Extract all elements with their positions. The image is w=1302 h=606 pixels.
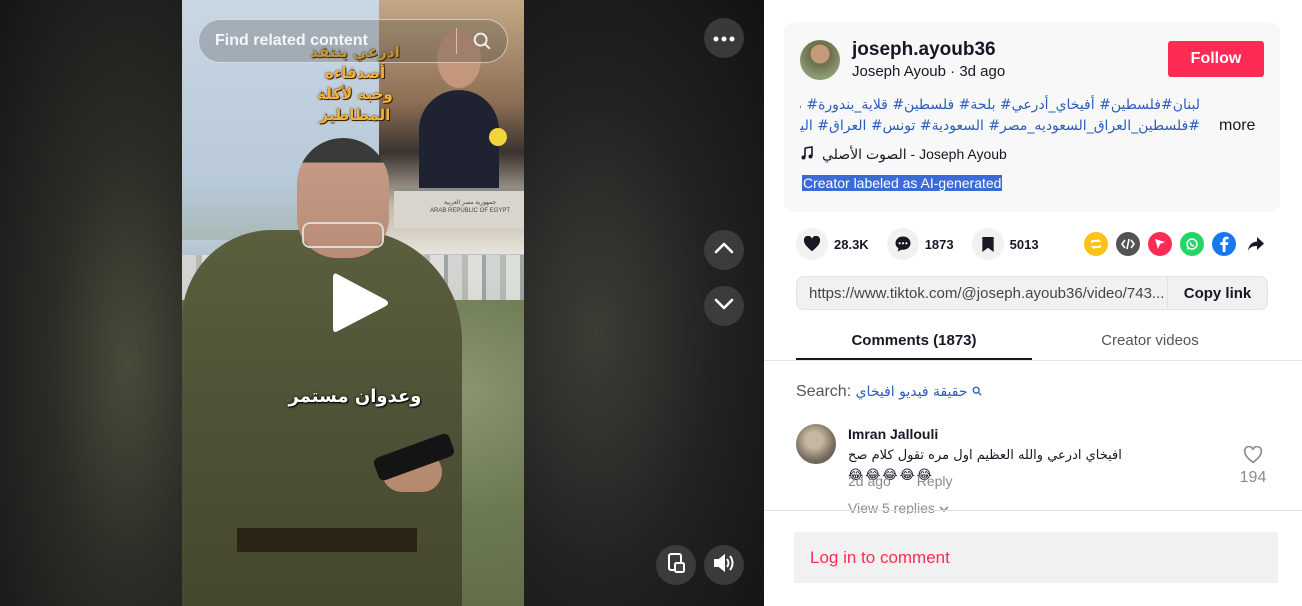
search-label: Search: [796, 383, 852, 400]
floating-player-button[interactable] [656, 545, 696, 585]
login-to-comment-button[interactable]: Log in to comment [794, 532, 1278, 583]
music-title[interactable]: الصوت الأصلي - Joseph Ayoub [822, 146, 1007, 163]
video-url[interactable]: https://www.tiktok.com/@joseph.ayoub36/v… [797, 285, 1167, 302]
save-stat[interactable]: 5013 [971, 228, 1039, 260]
more-button[interactable]: more [1219, 117, 1255, 135]
repost-icon[interactable] [1084, 232, 1108, 256]
facebook-icon[interactable] [1212, 232, 1236, 256]
more-options-button[interactable] [704, 18, 744, 58]
share-arrow-icon[interactable] [1244, 232, 1268, 256]
view-replies-label[interactable]: View 5 replies [848, 500, 935, 514]
embed-icon[interactable] [1116, 232, 1140, 256]
view-replies-button[interactable]: View 5 replies [848, 500, 949, 514]
tabs-divider [764, 360, 1302, 361]
follow-button[interactable]: Follow [1168, 41, 1264, 77]
comment-icon[interactable] [886, 228, 919, 260]
comment-search-suggestion[interactable]: Search: حقيقة فيديو افيخاي [796, 383, 982, 401]
volume-button[interactable] [704, 545, 744, 585]
video-player[interactable]: جمهورية مصر العربية ARAB REPUBLIC OF EGY… [0, 0, 764, 606]
volume-icon [712, 553, 736, 578]
video-blur-background-left [0, 0, 182, 606]
comment-avatar[interactable] [796, 424, 836, 464]
comment-time: 2d ago [848, 473, 891, 489]
heart-outline-icon[interactable] [1243, 445, 1263, 468]
music-note-icon [800, 146, 814, 163]
comment-stat[interactable]: 1873 [886, 228, 954, 260]
music-row[interactable]: الصوت الأصلي - Joseph Ayoub [800, 146, 1007, 163]
comment-like-count: 194 [1239, 469, 1267, 486]
comment-count: 1873 [924, 236, 954, 252]
speaker-pin [489, 128, 507, 146]
previous-video-button[interactable] [704, 230, 744, 270]
comment-like[interactable]: 194 [1236, 445, 1270, 487]
video-soldier-belt [237, 528, 417, 552]
heart-icon[interactable] [796, 228, 828, 260]
ai-generated-label: Creator labeled as AI-generated [802, 175, 1003, 191]
play-button[interactable] [331, 270, 391, 336]
video-subtitle: وعدوان مستمر [288, 386, 422, 407]
search-small-icon[interactable] [972, 383, 982, 400]
speaker-suit [419, 90, 499, 190]
video-link-row: https://www.tiktok.com/@joseph.ayoub36/v… [796, 276, 1268, 310]
search-query-link[interactable]: حقيقة فيديو افيخاي [856, 384, 968, 400]
comment-author[interactable]: Imran Jallouli [848, 426, 938, 442]
meta-separator: · [945, 63, 960, 80]
speaker-podium: جمهورية مصر العربية ARAB REPUBLIC OF EGY… [394, 188, 524, 228]
bookmark-icon[interactable] [971, 228, 1004, 260]
video-overlay-line2: وحبه لأكلة المطاطيز [317, 85, 393, 124]
comment-meta: 2d ago Reply [848, 473, 953, 489]
details-panel: joseph.ayoub36 Joseph Ayoub · 3d ago Fol… [764, 0, 1302, 606]
send-to-friends-icon[interactable] [1148, 232, 1172, 256]
save-count: 5013 [1009, 236, 1039, 252]
username[interactable]: joseph.ayoub36 [852, 39, 996, 61]
next-video-button[interactable] [704, 286, 744, 326]
copy-link-button[interactable]: Copy link [1167, 277, 1267, 309]
comment-body: افيخاي ادرعي والله العظيم اول مره تقول ك… [848, 448, 1122, 463]
comment-item: Imran Jallouli افيخاي ادرعي والله العظيم… [796, 424, 1270, 514]
description-line-1[interactable]: لبنان#فلسطين# أفيخاي_أدرعي# بلحة# فلسطين… [800, 95, 1200, 116]
chevron-up-icon [714, 241, 734, 260]
description-line-2[interactable]: #فلسطين_العراق_السعوديه_مصر# السعودية# ت… [800, 116, 1200, 137]
share-icons [1084, 232, 1268, 256]
video-soldier-glasses [302, 222, 384, 248]
reply-button[interactable]: Reply [917, 473, 953, 489]
display-name[interactable]: Joseph Ayoub [852, 63, 946, 80]
chevron-down-icon [714, 297, 734, 316]
related-search-bar[interactable]: Find related content [198, 19, 508, 63]
post-info-card: joseph.ayoub36 Joseph Ayoub · 3d ago Fol… [784, 22, 1280, 212]
chevron-down-small-icon [939, 500, 949, 514]
avatar[interactable] [800, 40, 840, 80]
floating-player-icon [666, 552, 686, 579]
like-stat[interactable]: 28.3K [796, 228, 869, 260]
related-search-placeholder[interactable]: Find related content [215, 32, 456, 50]
more-icon [713, 29, 735, 47]
tab-comments[interactable]: Comments (1873) [796, 322, 1032, 360]
play-icon [331, 273, 391, 340]
podium-text-ar: جمهورية مصر العربية [443, 200, 497, 206]
panel-tabs: Comments (1873) Creator videos [796, 322, 1270, 360]
podium-text-en: ARAB REPUBLIC OF EGYPT [429, 208, 511, 214]
like-count: 28.3K [834, 236, 869, 252]
tab-creator-videos[interactable]: Creator videos [1032, 322, 1268, 360]
engagement-stats: 28.3K 1873 5013 [796, 226, 1057, 262]
search-icon[interactable] [457, 30, 507, 52]
comment-input-divider [764, 510, 1302, 511]
post-time: 3d ago [959, 63, 1006, 80]
post-description[interactable]: لبنان#فلسطين# أفيخاي_أدرعي# بلحة# فلسطين… [800, 95, 1200, 137]
whatsapp-icon[interactable] [1180, 232, 1204, 256]
author-meta: Joseph Ayoub · 3d ago [852, 63, 1005, 80]
